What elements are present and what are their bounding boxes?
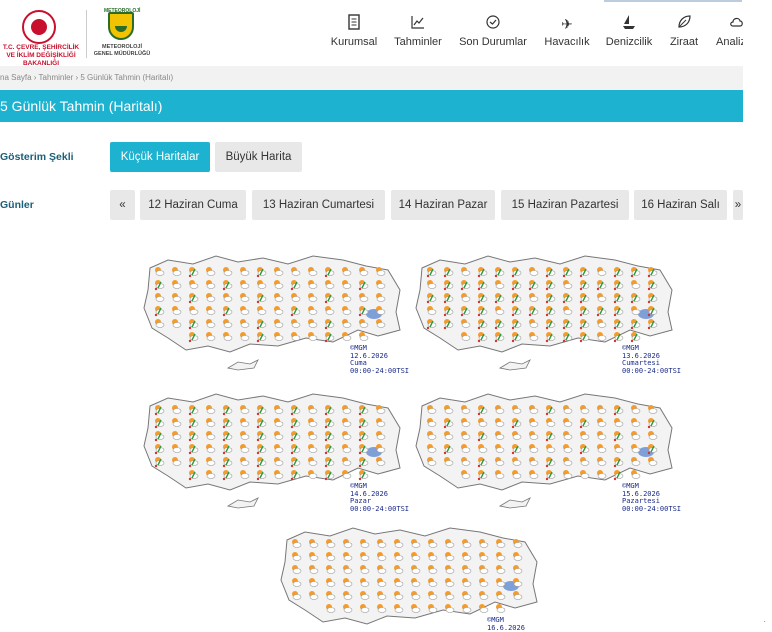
nav-label: Havacılık bbox=[544, 36, 590, 48]
forecast-map-16[interactable]: ©MGM 16.6.2026 bbox=[275, 522, 545, 632]
rain-icon bbox=[358, 470, 369, 481]
sun-cloud-icon bbox=[359, 332, 369, 341]
forecast-map-15[interactable]: ©MGM 15.6.2026 Pazartesi 00:00-24:00TSI bbox=[410, 388, 682, 513]
day-tab-16[interactable]: 16 Haziran Salı bbox=[634, 190, 727, 220]
sun-cloud-icon bbox=[648, 405, 658, 414]
cyprus-outline bbox=[226, 359, 259, 371]
airplane-icon: ✈ bbox=[561, 16, 573, 32]
cyprus-outline bbox=[226, 497, 259, 509]
cyprus-outline bbox=[498, 497, 531, 509]
mgm-logo-text: METEOROLOJİ GENEL MÜDÜRLÜĞÜ bbox=[93, 44, 151, 57]
map-time: 00:00-24:00TSI bbox=[350, 504, 410, 513]
forecast-map-12[interactable]: ©MGM 12.6.2026 Cuma 00:00-24:00TSI bbox=[138, 250, 410, 375]
nav-kurumsal[interactable]: Kurumsal bbox=[328, 14, 380, 54]
cyprus-outline bbox=[498, 359, 531, 371]
forecast-map-13[interactable]: ©MGM 13.6.2026 Cumartesi 00:00-24:00TSI bbox=[410, 250, 682, 375]
corner-mark-icon: · bbox=[763, 617, 766, 626]
forecast-map-14[interactable]: ©MGM 14.6.2026 Pazar 00:00-24:00TSI bbox=[138, 388, 410, 513]
breadcrumb[interactable]: na Sayfa › Tahminler › 5 Günlük Tahmin (… bbox=[0, 66, 743, 90]
ministry-logo-text: T.C. ÇEVRE, ŞEHİRCİLİK VE İKLİM DEĞİŞİKL… bbox=[2, 44, 80, 67]
document-icon bbox=[328, 14, 380, 34]
header-accent-line bbox=[604, 0, 742, 2]
logo-divider bbox=[86, 10, 87, 58]
day-tab-13[interactable]: 13 Haziran Cumartesi bbox=[252, 190, 385, 220]
nav-label: Ziraat bbox=[669, 36, 699, 48]
small-maps-button[interactable]: Küçük Haritalar bbox=[110, 142, 210, 172]
rain-icon bbox=[630, 332, 641, 343]
ship-icon bbox=[604, 14, 654, 34]
day-tab-12[interactable]: 12 Haziran Cuma bbox=[140, 190, 246, 220]
mgm-shield-icon bbox=[108, 12, 134, 40]
chart-icon bbox=[392, 14, 444, 34]
cloud-icon bbox=[714, 14, 743, 34]
map-date: 16.6.2026 bbox=[487, 623, 525, 632]
sun-cloud-icon bbox=[376, 267, 386, 276]
ministry-logo[interactable]: T.C. ÇEVRE, ŞEHİRCİLİK VE İKLİM DEĞİŞİKL… bbox=[0, 8, 82, 67]
nav-label: Son Durumlar bbox=[459, 36, 527, 48]
site-header: T.C. ÇEVRE, ŞEHİRCİLİK VE İKLİM DEĞİŞİKL… bbox=[0, 0, 772, 67]
ministry-seal-icon bbox=[22, 10, 56, 44]
page-title: 5 Günlük Tahmin (Haritalı) bbox=[0, 90, 743, 122]
days-label: Günler bbox=[0, 199, 34, 211]
map-time: 00:00-24:00TSI bbox=[622, 366, 682, 375]
large-map-button[interactable]: Büyük Harita bbox=[215, 142, 302, 172]
nav-ziraat[interactable]: Ziraat bbox=[664, 14, 704, 54]
nav-tahminler[interactable]: Tahminler bbox=[392, 14, 444, 54]
days-next-button[interactable]: » bbox=[733, 190, 743, 220]
nav-label: Analiz bbox=[716, 36, 743, 48]
mgm-logo[interactable]: METEOROLOJİ METEOROLOJİ GENEL MÜDÜRLÜĞÜ bbox=[92, 8, 152, 60]
leaf-icon bbox=[664, 14, 704, 34]
turkey-map-illustration bbox=[280, 527, 538, 625]
sun-cloud-icon bbox=[376, 405, 386, 414]
sun-cloud-icon bbox=[631, 470, 641, 479]
nav-analiz[interactable]: Analiz bbox=[714, 14, 743, 54]
nav-son-durumlar[interactable]: Son Durumlar bbox=[458, 14, 528, 54]
clock-check-icon bbox=[458, 14, 528, 34]
days-prev-button[interactable]: « bbox=[110, 190, 135, 220]
map-time: 00:00-24:00TSI bbox=[622, 504, 682, 513]
nav-label: Kurumsal bbox=[330, 36, 378, 48]
nav-havacilik[interactable]: ✈ Havacılık bbox=[542, 14, 592, 54]
nav-label: Denizcilik bbox=[605, 36, 653, 48]
nav-denizcilik[interactable]: Denizcilik bbox=[604, 14, 654, 54]
nav-label: Tahminler bbox=[394, 36, 442, 48]
day-tab-15[interactable]: 15 Haziran Pazartesi bbox=[501, 190, 629, 220]
sun-cloud-icon bbox=[513, 539, 523, 548]
sun-cloud-icon bbox=[496, 604, 506, 613]
day-tab-14[interactable]: 14 Haziran Pazar bbox=[391, 190, 495, 220]
map-time: 00:00-24:00TSI bbox=[350, 366, 410, 375]
display-mode-label: Gösterim Şekli bbox=[0, 151, 74, 163]
